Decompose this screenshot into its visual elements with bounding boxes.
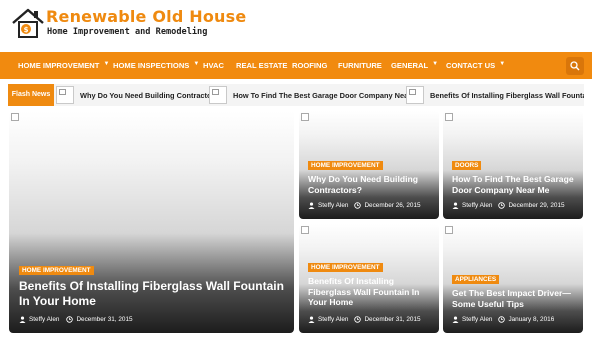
post-meta: Steffy Alen January 8, 2016 (452, 316, 554, 323)
main-nav: HOME IMPROVEMENT ▼ HOME INSPECTIONS ▼ HVAC… (0, 52, 592, 79)
post-image (301, 113, 309, 121)
post-title[interactable]: Why Do You Need Building Contractors? (308, 174, 434, 195)
post-meta: Steffy Alen December 31, 2015 (308, 316, 421, 323)
nav-hvac[interactable]: HVAC (203, 52, 224, 79)
featured-post-card[interactable]: HOME IMPROVEMENT Benefits Of Installing … (9, 111, 294, 333)
flash-news-text[interactable]: Benefits Of Installing Fiberglass Wall F… (430, 91, 584, 100)
thumbnail-image (209, 86, 227, 104)
post-image (11, 113, 19, 121)
post-title[interactable]: Get The Best Impact Driver— Some Useful … (452, 288, 580, 309)
post-image (445, 113, 453, 121)
post-author[interactable]: Steffy Alen (462, 316, 492, 323)
category-badge[interactable]: APPLIANCES (452, 275, 500, 284)
flash-news-text[interactable]: Why Do You Need Building Contractors? (80, 91, 223, 100)
post-date: January 8, 2016 (508, 316, 555, 323)
post-date: December 26, 2015 (364, 202, 421, 209)
post-card[interactable]: HOME IMPROVEMENT Why Do You Need Buildin… (299, 111, 439, 219)
nav-label: HVAC (203, 61, 224, 70)
post-author[interactable]: Steffy Alen (318, 316, 348, 323)
clock-icon (66, 316, 74, 323)
site-title[interactable]: Renewable Old House (46, 7, 246, 26)
site-header: $ Renewable Old House Home Improvement a… (0, 0, 592, 52)
thumbnail-image (406, 86, 424, 104)
chevron-down-icon: ▼ (103, 61, 110, 67)
site-tagline: Home Improvement and Remodeling (47, 27, 208, 37)
post-meta: Steffy Alen December 26, 2015 (308, 202, 421, 209)
nav-home-improvement[interactable]: HOME IMPROVEMENT ▼ (18, 52, 109, 79)
nav-real-estate[interactable]: REAL ESTATE (236, 52, 287, 79)
post-image (301, 226, 309, 234)
clock-icon (498, 202, 506, 209)
category-badge[interactable]: DOORS (452, 161, 482, 170)
post-date: December 29, 2015 (508, 202, 565, 209)
category-badge[interactable]: HOME IMPROVEMENT (308, 161, 383, 170)
clock-icon (498, 316, 506, 323)
thumbnail-image (56, 86, 74, 104)
category-badge[interactable]: HOME IMPROVEMENT (19, 266, 94, 275)
post-card[interactable]: HOME IMPROVEMENT Benefits Of Installing … (299, 224, 439, 333)
post-meta: Steffy Alen December 29, 2015 (452, 202, 565, 209)
nav-label: FURNITURE (338, 61, 382, 70)
post-author[interactable]: Steffy Alen (462, 202, 492, 209)
category-badge[interactable]: HOME IMPROVEMENT (308, 263, 383, 272)
post-author[interactable]: Steffy Alen (29, 316, 59, 323)
post-image (445, 226, 453, 234)
flash-news-item[interactable]: Benefits Of Installing Fiberglass Wall F… (406, 86, 584, 104)
post-title[interactable]: Benefits Of Installing Fiberglass Wall F… (19, 279, 289, 309)
flash-news-label: Flash News (8, 84, 54, 106)
nav-label: CONTACT US (446, 61, 496, 70)
post-author[interactable]: Steffy Alen (318, 202, 348, 209)
post-meta: Steffy Alen December 31, 2015 (19, 316, 133, 323)
user-icon (452, 202, 459, 209)
nav-roofing[interactable]: ROOFING (292, 52, 327, 79)
post-date: December 31, 2015 (76, 316, 133, 323)
post-card[interactable]: APPLIANCES Get The Best Impact Driver— S… (443, 224, 583, 333)
clock-icon (354, 202, 362, 209)
chevron-down-icon: ▼ (193, 61, 200, 67)
nav-label: HOME INSPECTIONS (113, 61, 190, 70)
house-logo-icon[interactable]: $ (10, 6, 46, 42)
nav-label: GENERAL (391, 61, 429, 70)
clock-icon (354, 316, 362, 323)
search-button[interactable] (566, 57, 584, 75)
chevron-down-icon: ▼ (499, 61, 506, 67)
nav-contact-us[interactable]: CONTACT US ▼ (446, 52, 505, 79)
svg-text:$: $ (24, 26, 29, 34)
user-icon (452, 316, 459, 323)
nav-label: REAL ESTATE (236, 61, 288, 70)
chevron-down-icon: ▼ (432, 61, 439, 67)
nav-general[interactable]: GENERAL ▼ (391, 52, 438, 79)
flash-news-item[interactable]: How To Find The Best Garage Door Company… (209, 86, 423, 104)
nav-furniture[interactable]: FURNITURE (338, 52, 382, 79)
flash-news-text[interactable]: How To Find The Best Garage Door Company… (233, 91, 423, 100)
flash-news-item[interactable]: Why Do You Need Building Contractors? (56, 86, 223, 104)
nav-label: HOME IMPROVEMENT (18, 61, 100, 70)
post-card[interactable]: DOORS How To Find The Best Garage Door C… (443, 111, 583, 219)
nav-home-inspections[interactable]: HOME INSPECTIONS ▼ (113, 52, 199, 79)
post-title[interactable]: Benefits Of Installing Fiberglass Wall F… (308, 276, 436, 308)
search-icon (570, 61, 580, 71)
post-date: December 31, 2015 (364, 316, 421, 323)
post-title[interactable]: How To Find The Best Garage Door Company… (452, 174, 578, 195)
flash-news-bar: Flash News Why Do You Need Building Cont… (8, 84, 584, 106)
user-icon (308, 202, 315, 209)
user-icon (19, 316, 26, 323)
user-icon (308, 316, 315, 323)
nav-label: ROOFING (292, 61, 328, 70)
